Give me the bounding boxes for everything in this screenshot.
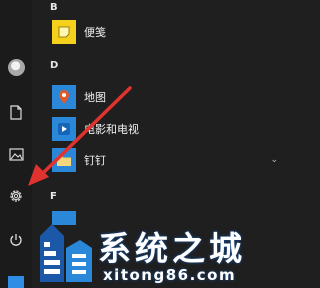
watermark-banner: 系统之城 xitong86.com	[36, 218, 288, 288]
castle-logo-icon	[40, 224, 92, 282]
watermark-url: xitong86.com	[103, 266, 237, 284]
watermark-title: 系统之城	[98, 229, 246, 268]
